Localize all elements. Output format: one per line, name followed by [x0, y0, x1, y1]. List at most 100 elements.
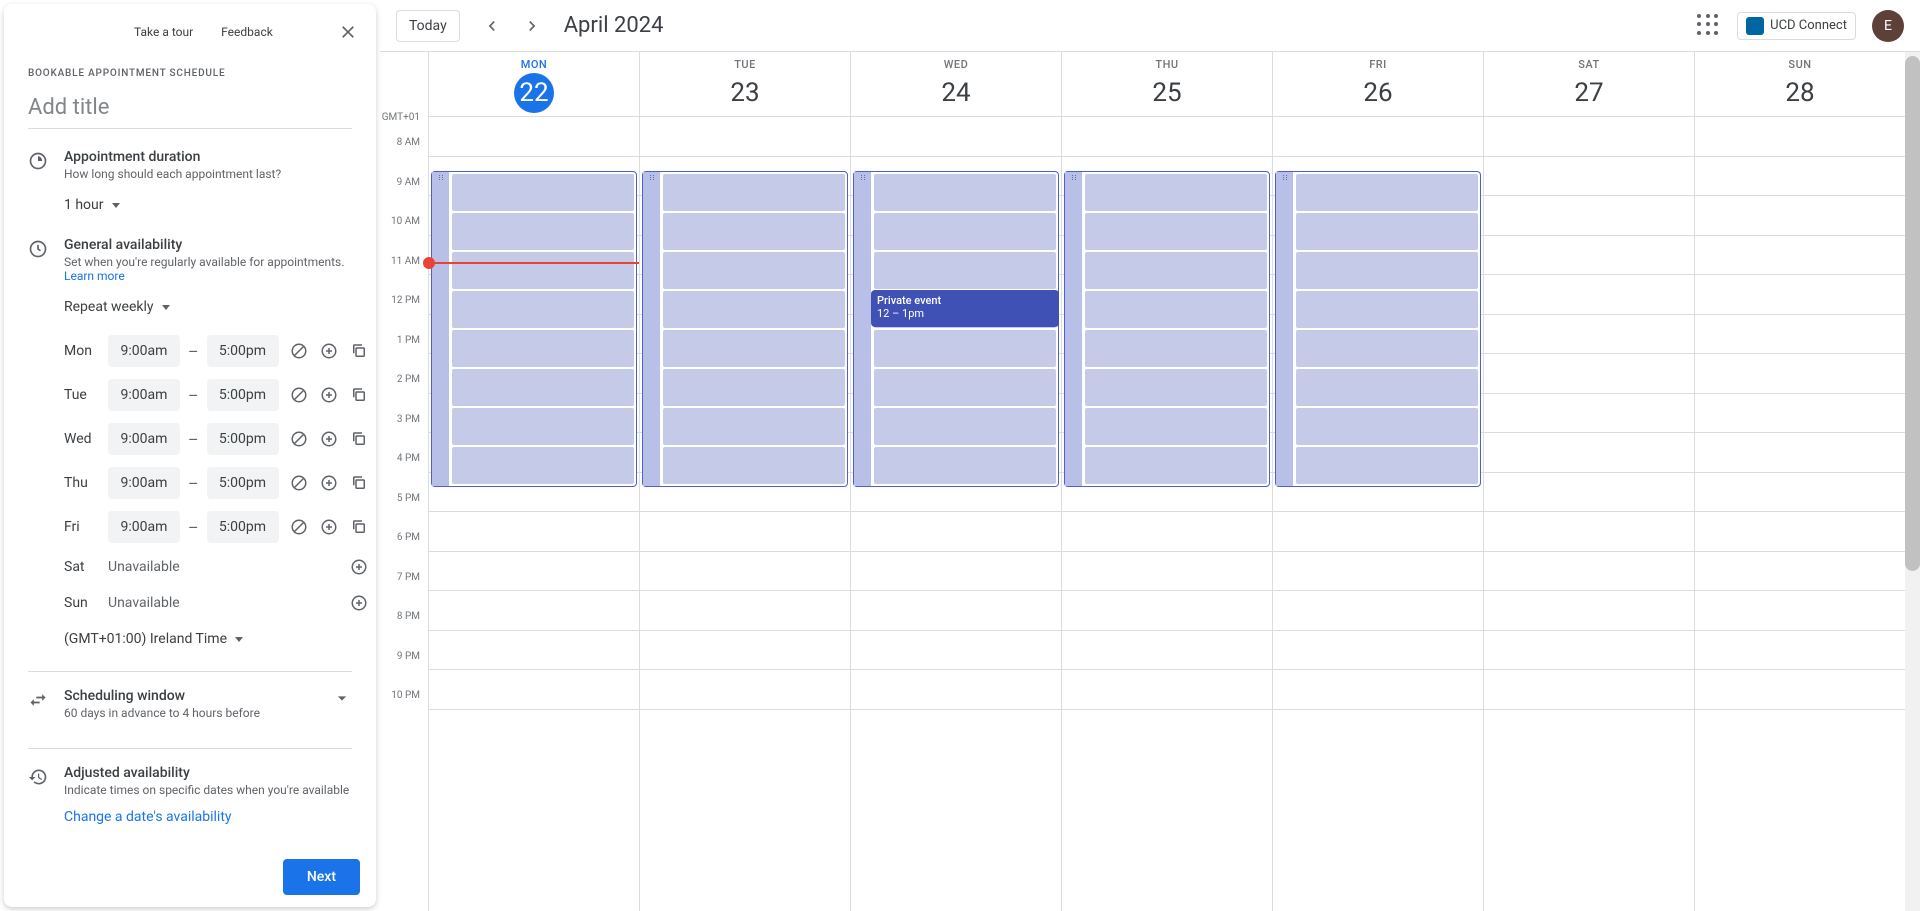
hour-cell[interactable] [1484, 274, 1694, 314]
avatar[interactable]: E [1872, 10, 1904, 42]
unavailable-icon[interactable] [287, 515, 311, 539]
appointment-slot[interactable] [663, 213, 845, 250]
hour-cell[interactable] [1695, 432, 1905, 472]
day-number[interactable]: 27 [1569, 73, 1609, 113]
appointment-slot[interactable] [452, 213, 634, 250]
appointment-slot[interactable] [874, 213, 1056, 250]
hour-cell[interactable] [851, 551, 1061, 591]
copy-icon[interactable] [347, 515, 371, 539]
hour-cell[interactable] [429, 551, 639, 591]
hour-cell[interactable] [1484, 235, 1694, 275]
hour-cell[interactable] [1695, 393, 1905, 433]
appointment-slot[interactable] [1085, 252, 1267, 289]
hour-cell[interactable] [1484, 156, 1694, 196]
repeat-dropdown[interactable]: Repeat weekly [64, 295, 170, 319]
hour-cell[interactable] [1273, 669, 1483, 709]
appointment-slot[interactable] [1085, 291, 1267, 328]
hour-cell[interactable] [1273, 511, 1483, 551]
appointment-slot[interactable] [452, 330, 634, 367]
hour-cell[interactable] [1273, 590, 1483, 630]
drag-handle-icon[interactable] [854, 172, 872, 486]
hour-cell[interactable] [1062, 669, 1272, 709]
day-number[interactable]: 26 [1358, 73, 1398, 113]
drag-handle-icon[interactable] [643, 172, 661, 486]
hour-cell[interactable] [1484, 472, 1694, 512]
day-number[interactable]: 28 [1780, 73, 1820, 113]
hour-cell[interactable] [640, 511, 850, 551]
scrollbar[interactable] [1905, 52, 1920, 911]
hour-cell[interactable] [851, 669, 1061, 709]
copy-icon[interactable] [347, 471, 371, 495]
start-time-input[interactable] [108, 511, 180, 543]
hour-cell[interactable] [1484, 551, 1694, 591]
hour-cell[interactable] [640, 669, 850, 709]
hour-cell[interactable] [1484, 669, 1694, 709]
appointment-slot[interactable] [663, 447, 845, 484]
hour-cell[interactable] [1695, 472, 1905, 512]
appointment-slot[interactable] [1296, 330, 1478, 367]
hour-cell[interactable] [1695, 235, 1905, 275]
hour-cell[interactable] [429, 669, 639, 709]
hour-cell[interactable] [1695, 590, 1905, 630]
day-number[interactable]: 24 [936, 73, 976, 113]
add-period-icon[interactable] [317, 515, 341, 539]
hour-cell[interactable] [1695, 709, 1905, 749]
hour-cell[interactable] [1062, 116, 1272, 156]
appointment-slot[interactable] [452, 408, 634, 445]
org-badge[interactable]: UCD Connect [1737, 12, 1856, 40]
hour-cell[interactable] [640, 590, 850, 630]
hour-cell[interactable] [1695, 511, 1905, 551]
appointment-slot[interactable] [1296, 252, 1478, 289]
feedback-tab[interactable]: Feedback [209, 19, 285, 45]
hour-cell[interactable] [1484, 195, 1694, 235]
hour-cell[interactable] [640, 709, 850, 749]
copy-icon[interactable] [347, 339, 371, 363]
end-time-input[interactable] [207, 379, 279, 411]
appointment-slot[interactable] [452, 252, 634, 289]
hour-cell[interactable] [1484, 393, 1694, 433]
hour-cell[interactable] [1484, 590, 1694, 630]
add-period-icon[interactable] [347, 555, 371, 579]
unavailable-icon[interactable] [287, 383, 311, 407]
appointment-slot[interactable] [452, 174, 634, 211]
hour-cell[interactable] [429, 511, 639, 551]
title-input[interactable] [28, 91, 352, 129]
hour-cell[interactable] [1062, 630, 1272, 670]
prev-week-button[interactable] [476, 10, 508, 42]
take-tour-tab[interactable]: Take a tour [122, 19, 205, 45]
close-icon[interactable] [328, 12, 368, 52]
add-period-icon[interactable] [317, 427, 341, 451]
add-period-icon[interactable] [317, 471, 341, 495]
appointment-slot[interactable] [1296, 408, 1478, 445]
hour-cell[interactable] [1484, 432, 1694, 472]
appointment-slot[interactable] [663, 408, 845, 445]
day-number[interactable]: 23 [725, 73, 765, 113]
end-time-input[interactable] [207, 467, 279, 499]
appointment-slot[interactable] [452, 291, 634, 328]
appointment-slot[interactable] [1085, 213, 1267, 250]
appointment-slot[interactable] [874, 252, 1056, 289]
hour-cell[interactable] [1695, 195, 1905, 235]
hour-cell[interactable] [1695, 551, 1905, 591]
start-time-input[interactable] [108, 467, 180, 499]
availability-block[interactable] [431, 171, 637, 487]
hour-cell[interactable] [1484, 709, 1694, 749]
hour-cell[interactable] [640, 551, 850, 591]
appointment-slot[interactable] [1296, 213, 1478, 250]
appointment-slot[interactable] [1085, 174, 1267, 211]
end-time-input[interactable] [207, 335, 279, 367]
availability-block[interactable] [1275, 171, 1481, 487]
drag-handle-icon[interactable] [432, 172, 450, 486]
hour-cell[interactable] [1695, 156, 1905, 196]
appointment-slot[interactable] [874, 174, 1056, 211]
next-button[interactable]: Next [283, 859, 360, 895]
appointment-slot[interactable] [874, 330, 1056, 367]
hour-cell[interactable] [1062, 709, 1272, 749]
timezone-dropdown[interactable]: (GMT+01:00) Ireland Time [64, 627, 371, 651]
hour-cell[interactable] [1062, 551, 1272, 591]
day-number[interactable]: 25 [1147, 73, 1187, 113]
hour-cell[interactable] [1273, 709, 1483, 749]
appointment-slot[interactable] [1296, 174, 1478, 211]
change-date-link[interactable]: Change a date's availability [64, 809, 352, 825]
hour-cell[interactable] [1062, 511, 1272, 551]
